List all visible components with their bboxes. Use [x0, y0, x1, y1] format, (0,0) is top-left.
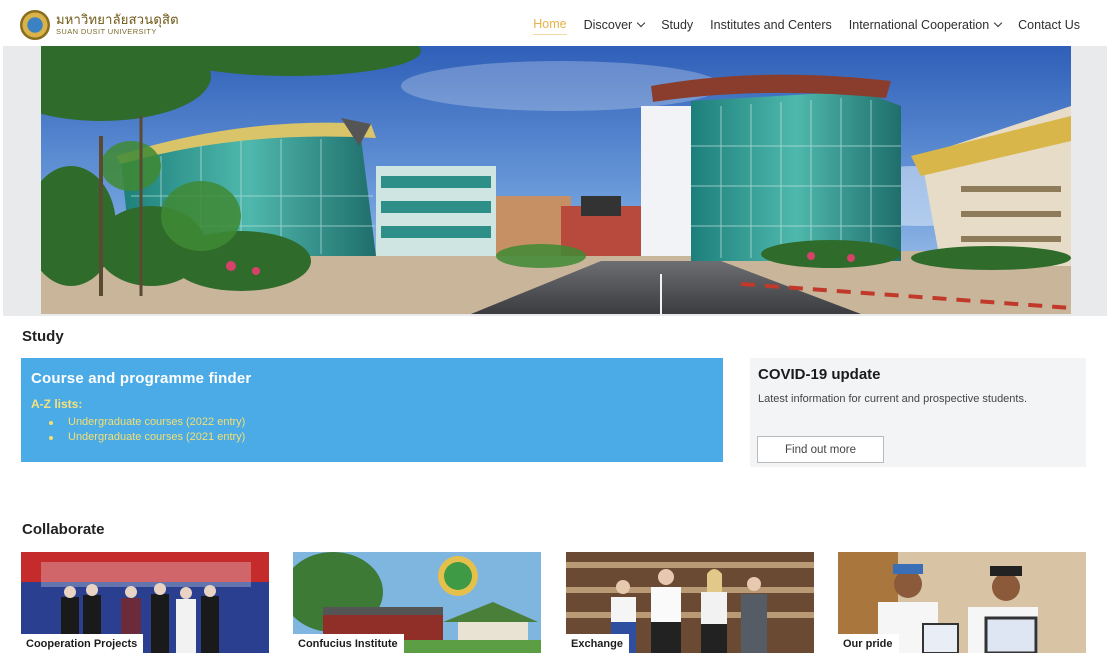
logo-thai-name: มหาวิทยาลัยสวนดุสิต: [56, 13, 179, 29]
university-seal-icon: [20, 10, 50, 40]
chevron-down-icon: [993, 18, 1003, 28]
nav-study[interactable]: Study: [661, 18, 693, 32]
card-exchange[interactable]: Exchange: [566, 552, 814, 653]
nav-home[interactable]: Home: [533, 17, 567, 35]
nav-international-cooperation[interactable]: International Cooperation: [849, 18, 1003, 32]
find-out-more-button[interactable]: Find out more: [757, 436, 884, 463]
covid-description: Latest information for current and prosp…: [758, 393, 1028, 405]
az-lists-heading: A-Z lists:: [31, 397, 83, 411]
course-link-2021[interactable]: Undergraduate courses (2021 entry): [49, 430, 713, 445]
logo-english-name: SUAN DUSIT UNIVERSITY: [56, 26, 157, 36]
chevron-down-icon: [636, 18, 646, 28]
nav-discover[interactable]: Discover: [584, 18, 646, 32]
card-label: Cooperation Projects: [21, 634, 144, 653]
hero-banner: [3, 46, 1107, 316]
nav-contact-us[interactable]: Contact Us: [1018, 18, 1080, 32]
card-our-pride[interactable]: Our pride: [838, 552, 1086, 653]
card-label: Confucius Institute: [293, 634, 404, 653]
covid-title: COVID-19 update: [758, 366, 881, 383]
campus-photo: [41, 46, 1071, 314]
main-nav: Home Discover Study Institutes and Cente…: [533, 14, 1080, 35]
course-finder-panel: Course and programme finder A-Z lists: U…: [21, 358, 723, 462]
site-header: มหาวิทยาลัยสวนดุสิต SUAN DUSIT UNIVERSIT…: [0, 0, 1110, 46]
collaborate-heading: Collaborate: [22, 521, 105, 538]
course-link-2022[interactable]: Undergraduate courses (2022 entry): [49, 415, 713, 430]
course-list: Undergraduate courses (2022 entry) Under…: [49, 415, 713, 445]
nav-institutes-and-centers[interactable]: Institutes and Centers: [710, 18, 832, 32]
card-label: Our pride: [838, 634, 899, 653]
study-heading: Study: [22, 328, 64, 345]
card-cooperation-projects[interactable]: Cooperation Projects: [21, 552, 269, 653]
card-confucius-institute[interactable]: Confucius Institute: [293, 552, 541, 653]
university-logo[interactable]: มหาวิทยาลัยสวนดุสิต SUAN DUSIT UNIVERSIT…: [20, 10, 179, 40]
course-finder-title: Course and programme finder: [31, 370, 252, 387]
card-label: Exchange: [566, 634, 629, 653]
covid-update-panel: COVID-19 update Latest information for c…: [750, 358, 1086, 467]
